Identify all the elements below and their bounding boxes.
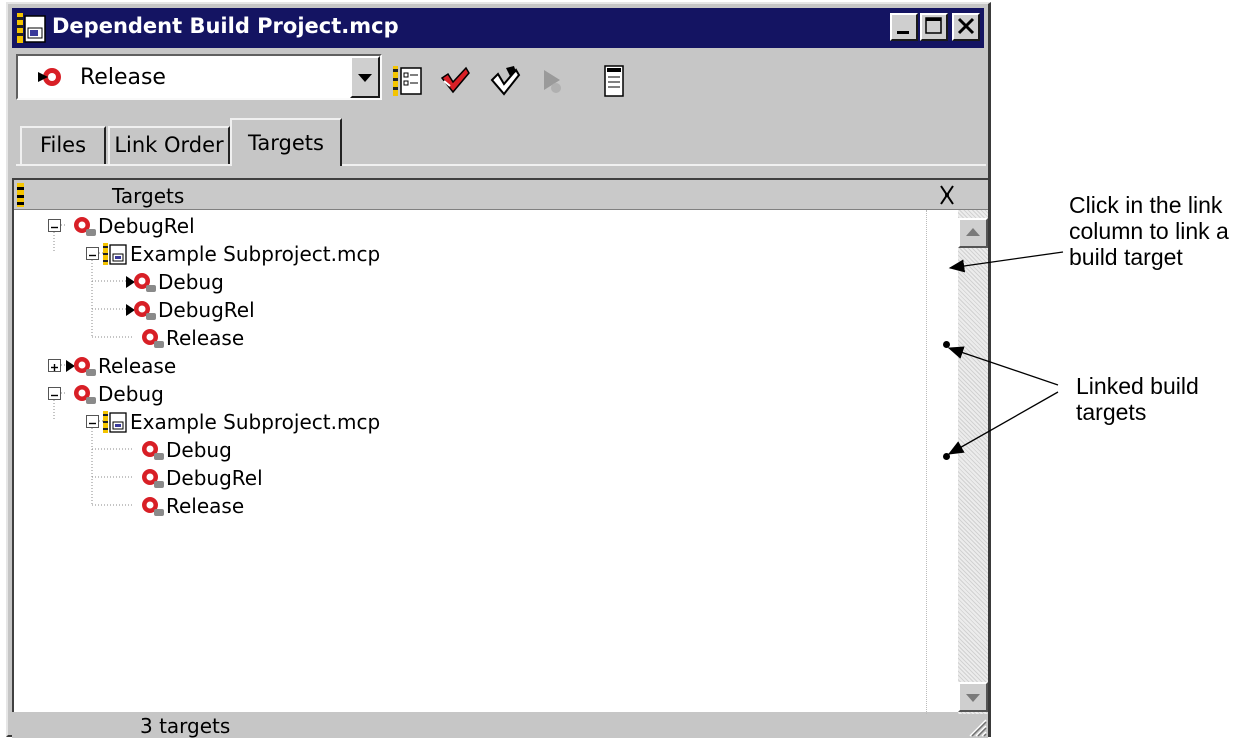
target-tree: DebugRel Example Subproject.mcp Debug Debug… — [14, 210, 926, 714]
callout-line: targets — [1076, 399, 1147, 425]
tab-files[interactable]: Files — [20, 126, 106, 164]
status-bar: 3 targets — [12, 714, 988, 738]
target-icon — [142, 441, 164, 460]
collapse-icon[interactable] — [86, 415, 99, 428]
scroll-up-icon — [966, 228, 980, 236]
subproject-icon — [103, 243, 127, 265]
target-icon — [74, 217, 96, 236]
tab-targets[interactable]: Targets — [230, 118, 342, 166]
target-icon — [142, 329, 164, 348]
active-target-icon — [38, 68, 61, 86]
column-header: Targets — [14, 180, 988, 210]
tree-item-label: Debug — [166, 438, 232, 462]
run-icon[interactable] — [536, 64, 570, 98]
tree-row[interactable]: Release — [14, 324, 914, 352]
close-icon — [957, 17, 975, 35]
callout-line: Linked build — [1076, 373, 1199, 399]
tree-row[interactable]: Debug — [14, 380, 914, 408]
callout-link-column: Click in the link column to link a build… — [1069, 192, 1229, 270]
target-icon — [74, 385, 96, 404]
chevron-down-icon — [358, 74, 372, 82]
target-selector-value: Release — [80, 65, 166, 90]
collapse-icon[interactable] — [48, 387, 61, 400]
callout-linked-targets: Linked build targets — [1076, 373, 1199, 425]
expand-icon[interactable] — [48, 359, 61, 372]
target-column-icon — [17, 183, 24, 207]
callout-line: Click in the link — [1069, 192, 1223, 218]
tree-item-label: Example Subproject.mcp — [130, 242, 381, 266]
tree-item-label: Debug — [98, 382, 164, 406]
title-bar[interactable]: Dependent Build Project.mcp — [12, 8, 984, 48]
tree-item-label: Release — [98, 354, 177, 378]
project-window: Dependent Build Project.mcp Release File… — [6, 2, 991, 738]
callout-line: column to link a — [1069, 218, 1229, 244]
link-column-icon[interactable] — [936, 183, 958, 207]
callout-line: build target — [1069, 244, 1183, 270]
subproject-icon — [103, 411, 127, 433]
tree-row[interactable]: Debug — [14, 436, 914, 464]
maximize-icon — [925, 17, 942, 34]
target-dropdown-button[interactable] — [350, 56, 380, 98]
minimize-button[interactable] — [890, 13, 918, 41]
project-inspector-icon[interactable] — [598, 64, 632, 98]
collapse-icon[interactable] — [48, 219, 61, 232]
resize-grip-icon[interactable] — [966, 716, 988, 738]
scroll-down-icon — [966, 694, 980, 702]
status-text: 3 targets — [140, 714, 231, 738]
tree-item-label: Example Subproject.mcp — [130, 410, 381, 434]
tree-item-label: Release — [166, 494, 245, 518]
tree-row[interactable]: Release — [14, 492, 914, 520]
collapse-icon[interactable] — [86, 247, 99, 260]
tab-divider — [16, 164, 986, 166]
tree-item-label: DebugRel — [98, 214, 195, 238]
make-icon[interactable] — [488, 64, 522, 98]
target-icon — [142, 497, 164, 516]
link-marker-debug[interactable] — [943, 453, 950, 460]
tree-row[interactable]: DebugRel — [14, 212, 914, 240]
view-tabs: Files Link Order Targets — [16, 118, 986, 166]
check-syntax-icon[interactable] — [438, 64, 472, 98]
window-title: Dependent Build Project.mcp — [52, 14, 399, 38]
target-icon — [142, 469, 164, 488]
scroll-up-button[interactable] — [958, 218, 988, 248]
tree-item-label: Debug — [158, 270, 224, 294]
close-button[interactable] — [952, 13, 980, 41]
minimize-icon — [897, 31, 909, 34]
vertical-scrollbar[interactable] — [958, 210, 988, 714]
tree-row[interactable]: DebugRel — [14, 464, 914, 492]
active-target-icon — [126, 301, 156, 320]
target-selector[interactable]: Release — [16, 54, 382, 100]
column-header-title: Targets — [112, 184, 185, 208]
link-marker-release[interactable] — [943, 341, 950, 348]
tree-item-label: DebugRel — [158, 298, 255, 322]
tree-row[interactable]: DebugRel — [14, 296, 914, 324]
scroll-down-button[interactable] — [958, 682, 988, 712]
tree-row[interactable]: Example Subproject.mcp — [14, 240, 914, 268]
project-file-icon — [17, 13, 46, 43]
targets-list: Targets DebugRel Example Subproject.mcp De… — [12, 178, 988, 714]
maximize-button[interactable] — [920, 13, 948, 41]
active-target-icon — [66, 357, 96, 376]
tree-item-label: DebugRel — [166, 466, 263, 490]
tree-item-label: Release — [166, 326, 245, 350]
active-target-icon — [126, 273, 156, 292]
settings-icon[interactable] — [392, 64, 426, 98]
tab-link-order[interactable]: Link Order — [108, 126, 230, 164]
tree-row[interactable]: Debug — [14, 268, 914, 296]
tree-row[interactable]: Example Subproject.mcp — [14, 408, 914, 436]
tree-row[interactable]: Release — [14, 352, 914, 380]
